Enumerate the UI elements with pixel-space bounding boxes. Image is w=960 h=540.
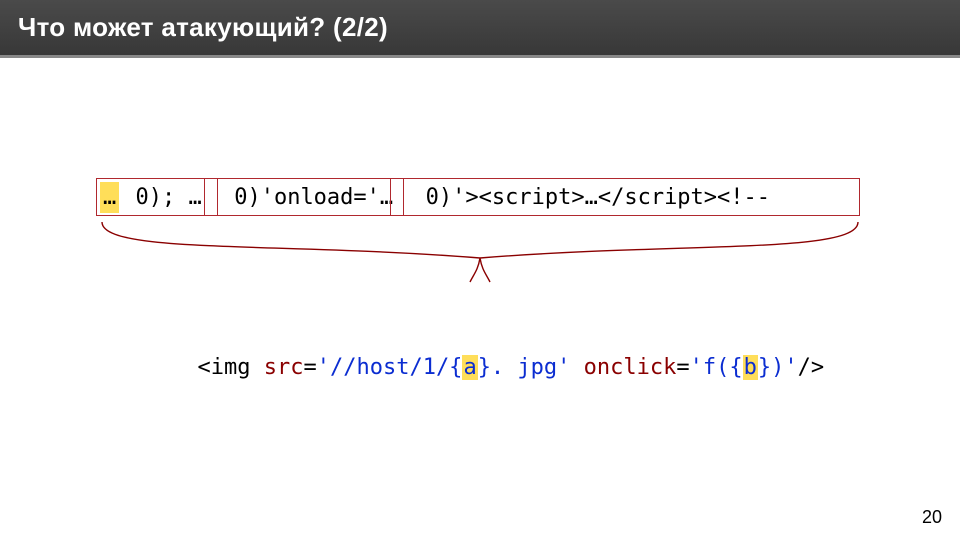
tag-img: img [211, 355, 251, 380]
eq-1: = [303, 355, 316, 380]
placeholder-a: a [462, 355, 477, 380]
src-string-open: '//host/1/{ [317, 355, 463, 380]
payload-seg-1: 0); … [119, 182, 218, 213]
angle-open: < [197, 355, 210, 380]
payload-code-row: … 0); … 0)'onload='… 0)'><script>…</scri… [100, 182, 773, 213]
space-1 [250, 355, 263, 380]
slide-title: Что может атакующий? (2/2) [18, 12, 388, 43]
space-2 [570, 355, 583, 380]
template-code-row: <img src='//host/1/{a}. jpg' onclick='f(… [118, 330, 824, 405]
eq-2: = [676, 355, 689, 380]
slide-header: Что может атакующий? (2/2) [0, 0, 960, 58]
attr-src: src [264, 355, 304, 380]
slide-content: … 0); … 0)'onload='… 0)'><script>…</scri… [0, 58, 960, 540]
curly-brace-connector [100, 220, 860, 294]
self-close: /> [798, 355, 825, 380]
onclick-string-close: })' [758, 355, 798, 380]
onclick-string-open: 'f({ [690, 355, 743, 380]
payload-seg-ellipsis: … [100, 182, 119, 213]
payload-seg-2: 0)'onload='… [218, 182, 409, 213]
slide: Что может атакующий? (2/2) … 0); … 0)'on… [0, 0, 960, 540]
placeholder-b: b [743, 355, 758, 380]
page-number: 20 [922, 507, 942, 528]
attr-onclick: onclick [584, 355, 677, 380]
payload-seg-3: 0)'><script>…</script><!-- [409, 182, 773, 213]
src-string-close: }. jpg' [478, 355, 571, 380]
